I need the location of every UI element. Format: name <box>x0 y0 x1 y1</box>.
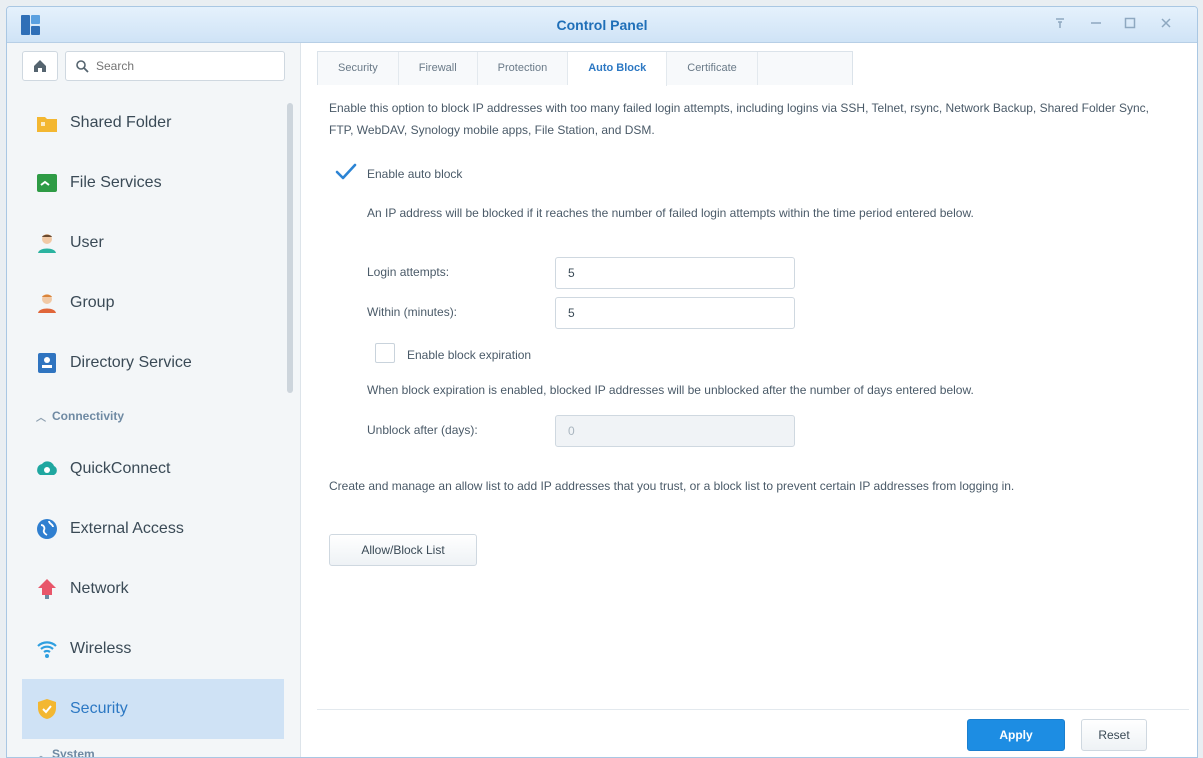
sidebar-nav: Shared Folder File Services User Group D… <box>22 93 284 758</box>
sidebar-item-security[interactable]: Security <box>22 679 284 739</box>
unblock-after-days-input[interactable] <box>555 415 795 447</box>
tab-protection[interactable]: Protection <box>478 52 569 85</box>
folder-icon <box>37 117 57 132</box>
sidebar-item-label: Shared Folder <box>70 114 172 131</box>
sidebar-item-label: Wireless <box>70 640 132 657</box>
checkmark-icon <box>335 163 357 180</box>
auto-block-intro: Enable this option to block IP addresses… <box>329 101 1149 137</box>
tab-bar: Security Firewall Protection Auto Block … <box>317 51 853 86</box>
sidebar-item-label: QuickConnect <box>70 460 171 477</box>
auto-block-panel: Enable this option to block IP addresses… <box>317 85 1187 695</box>
enable-block-expiration-checkbox[interactable] <box>375 343 395 363</box>
sidebar-item-file-services[interactable]: File Services <box>22 153 284 213</box>
unblock-after-days-label: Unblock after (days): <box>367 423 478 437</box>
wifi-icon <box>37 641 57 658</box>
apply-button[interactable]: Apply <box>967 719 1065 751</box>
sidebar-item-directory-service[interactable]: Directory Service <box>22 333 284 393</box>
footer-divider <box>317 709 1189 710</box>
sidebar-item-label: Network <box>70 580 129 597</box>
maximize-icon[interactable] <box>1121 16 1139 34</box>
network-icon <box>38 579 56 599</box>
pin-icon[interactable] <box>1051 16 1069 34</box>
user-icon <box>38 234 56 253</box>
sidebar-scrollbar[interactable] <box>287 103 293 393</box>
within-minutes-input[interactable] <box>555 297 795 329</box>
tab-security[interactable]: Security <box>318 52 399 85</box>
search-icon <box>76 60 89 73</box>
sidebar-item-label: File Services <box>70 174 162 191</box>
tab-certificate[interactable]: Certificate <box>667 52 758 85</box>
chevron-up-icon: ︿ <box>36 750 46 758</box>
allow-block-list-description: Create and manage an allow list to add I… <box>329 479 1015 493</box>
tab-auto-block[interactable]: Auto Block <box>568 52 668 86</box>
enable-block-expiration-label: Enable block expiration <box>407 348 532 362</box>
sidebar-section-label: Connectivity <box>52 409 125 423</box>
group-icon <box>38 294 56 313</box>
shield-icon <box>38 699 56 719</box>
login-attempts-input[interactable] <box>555 257 795 289</box>
block-expiration-description: When block expiration is enabled, blocke… <box>367 383 974 397</box>
title-bar[interactable]: Control Panel <box>7 7 1197 43</box>
login-attempts-label: Login attempts: <box>367 265 450 279</box>
home-button[interactable] <box>22 51 58 81</box>
file-services-icon <box>37 174 57 192</box>
home-icon <box>34 60 46 72</box>
sidebar-item-label: Group <box>70 294 115 311</box>
directory-icon <box>38 353 56 373</box>
sidebar-item-label: Security <box>70 700 128 717</box>
minimize-icon[interactable] <box>1087 16 1105 34</box>
window-title: Control Panel <box>556 17 648 33</box>
sidebar: Shared Folder File Services User Group <box>7 43 301 758</box>
close-icon[interactable] <box>1157 16 1175 34</box>
sidebar-item-group[interactable]: Group <box>22 273 284 333</box>
sidebar-item-label: User <box>70 234 104 251</box>
chevron-up-icon: ︿ <box>36 412 46 424</box>
sidebar-item-wireless[interactable]: Wireless <box>22 619 284 679</box>
sidebar-item-label: Directory Service <box>70 354 192 371</box>
sidebar-item-external-access[interactable]: External Access <box>22 499 284 559</box>
sidebar-section-label: System <box>52 747 95 758</box>
within-minutes-label: Within (minutes): <box>367 305 458 319</box>
quickconnect-icon <box>37 461 57 475</box>
reset-button[interactable]: Reset <box>1081 719 1147 751</box>
sidebar-section-system[interactable]: ︿ System <box>22 739 284 758</box>
sidebar-section-connectivity[interactable]: ︿ Connectivity <box>22 393 284 439</box>
search-box[interactable] <box>65 51 285 81</box>
globe-icon <box>37 519 57 539</box>
sidebar-item-shared-folder[interactable]: Shared Folder <box>22 93 284 153</box>
search-input[interactable] <box>96 52 276 80</box>
enable-auto-block-checkbox[interactable] <box>335 162 357 182</box>
sidebar-item-user[interactable]: User <box>22 213 284 273</box>
auto-block-rule-description: An IP address will be blocked if it reac… <box>367 206 974 220</box>
tab-firewall[interactable]: Firewall <box>399 52 478 85</box>
enable-auto-block-label: Enable auto block <box>367 167 463 181</box>
sidebar-item-network[interactable]: Network <box>22 559 284 619</box>
sidebar-item-label: External Access <box>70 520 184 537</box>
control-panel-window: Control Panel Search Shared Folder File … <box>6 6 1198 758</box>
allow-block-list-button[interactable]: Allow/Block List <box>329 534 477 566</box>
sidebar-item-quickconnect[interactable]: QuickConnect <box>22 439 284 499</box>
